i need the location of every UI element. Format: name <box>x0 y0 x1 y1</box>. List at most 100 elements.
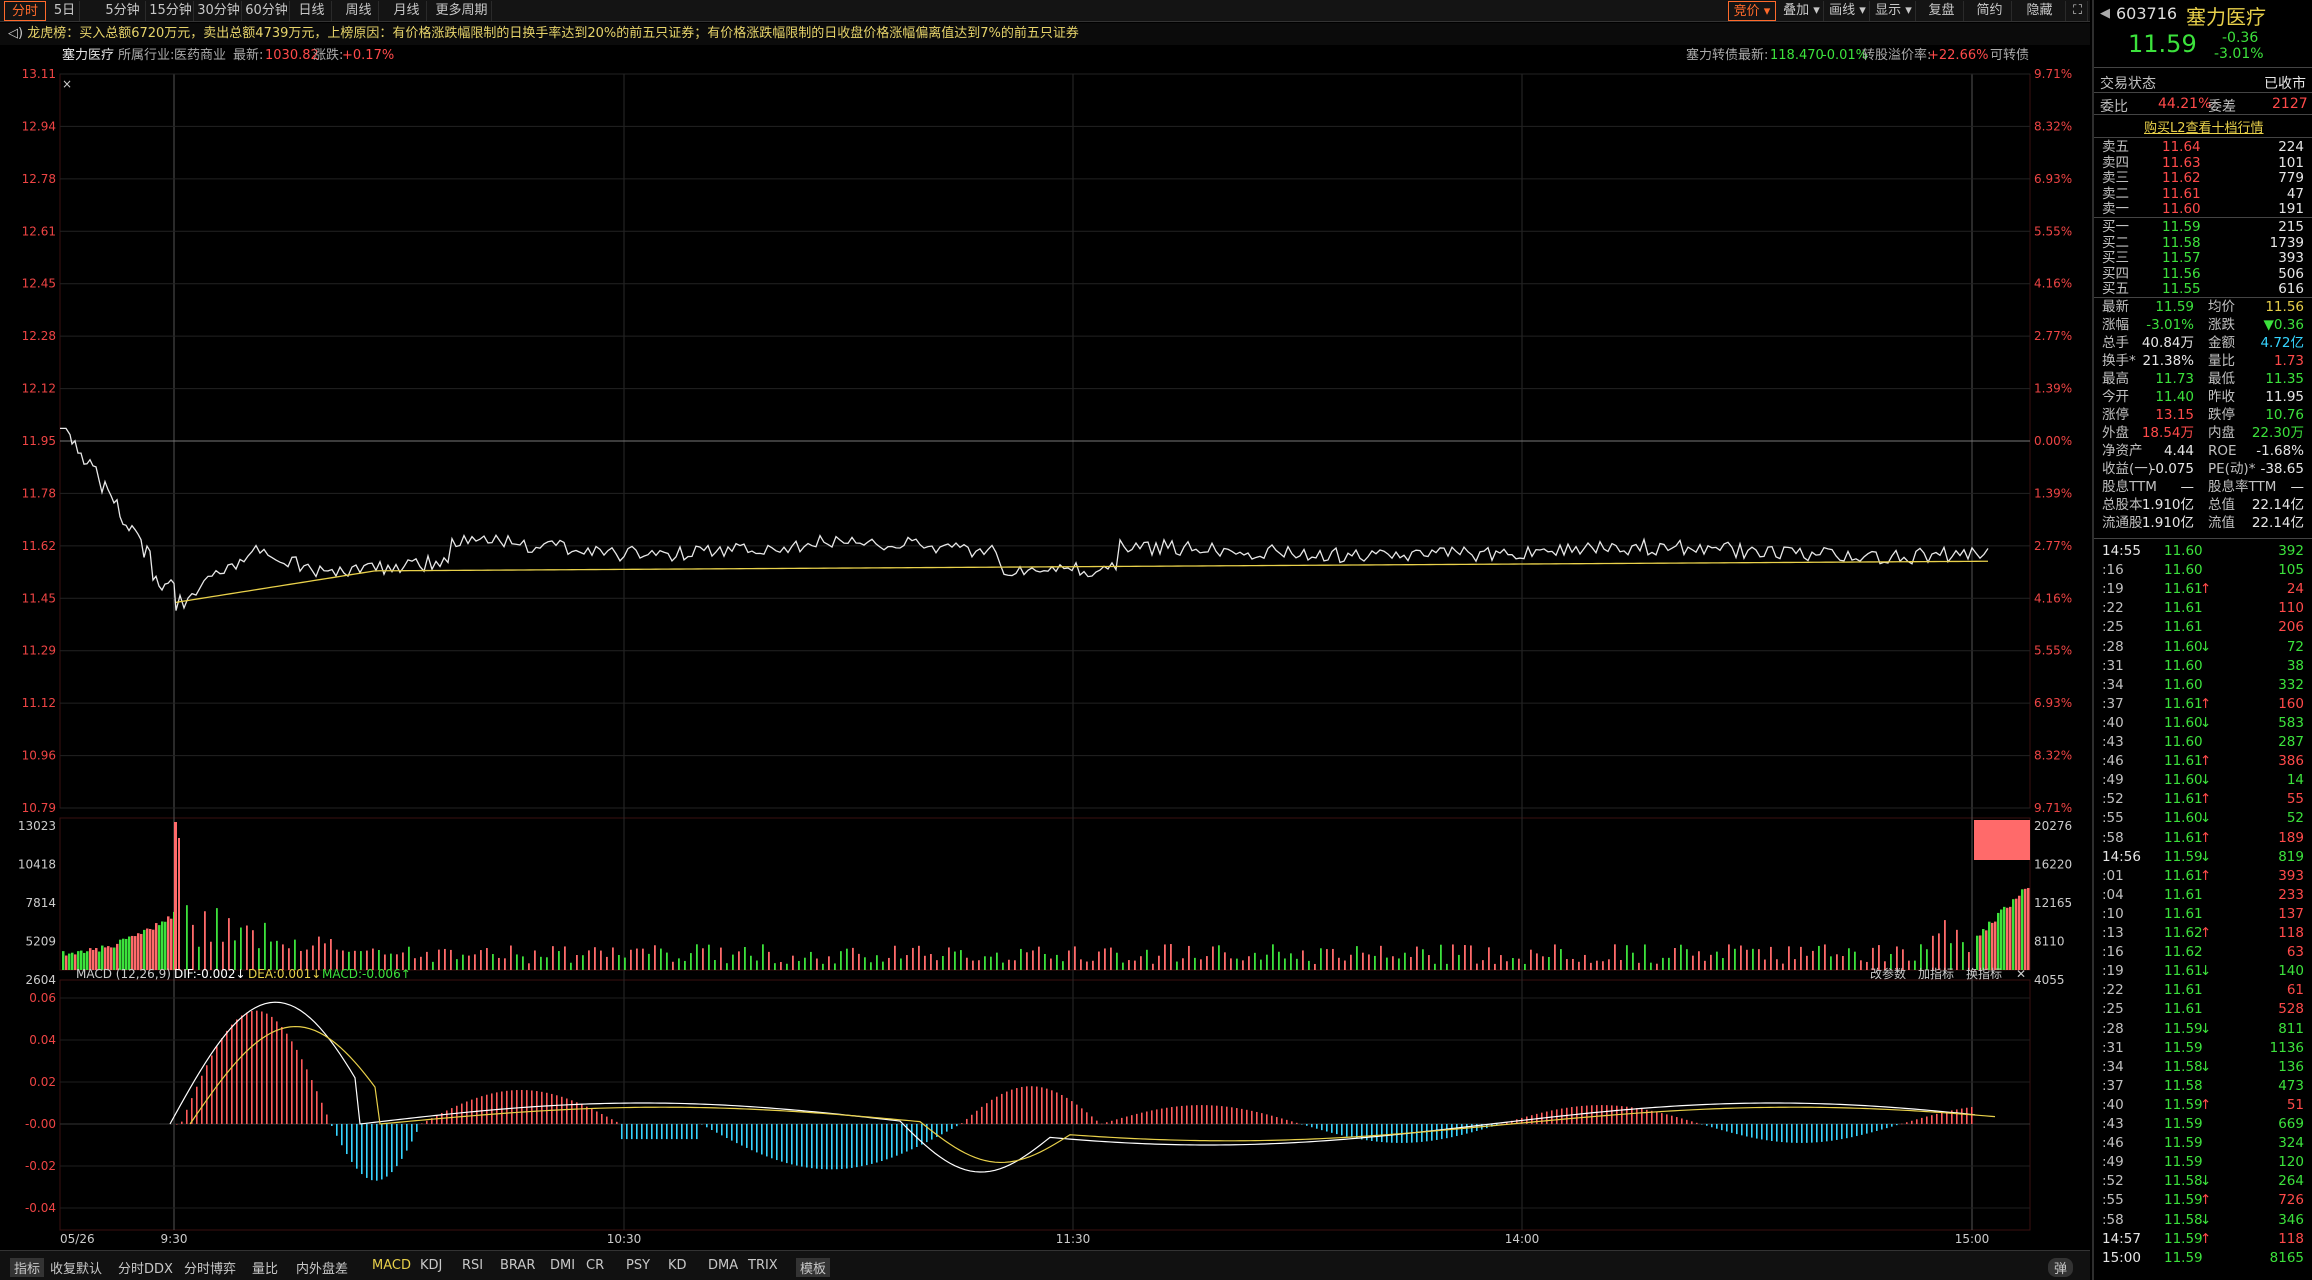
period-tab-7[interactable]: 周线 <box>339 1 379 21</box>
macd-tick: 0.04 <box>29 1033 56 1047</box>
volume-bar <box>1512 958 1514 970</box>
volume-bar <box>1332 948 1334 970</box>
toolbar-right-1[interactable]: 叠加 ▾ <box>1780 1 1824 21</box>
macd-hist-bar <box>1671 1115 1673 1124</box>
macd-hist-bar <box>391 1124 393 1173</box>
volume-bar <box>1500 955 1502 970</box>
period-tab-4[interactable]: 30分钟 <box>196 1 242 21</box>
indicator-tab-13[interactable]: KD <box>668 1258 687 1273</box>
macd-hist-bar <box>296 1049 298 1124</box>
indicator-tab-14[interactable]: DMA <box>708 1258 738 1273</box>
volume-bar <box>1614 944 1616 970</box>
volume-tick-right: 8110 <box>2034 935 2065 949</box>
period-tab-9[interactable]: 更多周期 ▾ <box>432 1 492 38</box>
macd-hist-bar <box>481 1096 483 1124</box>
toolbar-right-2[interactable]: 画线 ▾ <box>1826 1 1870 21</box>
l2-link[interactable]: 购买L2查看十档行情 <box>2144 117 2264 136</box>
volume-bar <box>1716 951 1718 970</box>
period-tab-6[interactable]: 日线 <box>292 1 332 21</box>
period-tab-8[interactable]: 月线 <box>387 1 427 21</box>
volume-bar <box>1122 962 1124 970</box>
volume-bar <box>546 957 548 970</box>
volume-bar <box>1056 954 1058 970</box>
period-tab-3[interactable]: 15分钟 <box>148 1 194 21</box>
macd-hist-bar <box>1866 1124 1868 1134</box>
macd-hist-bar <box>1306 1124 1308 1126</box>
indicator-tab-7[interactable]: KDJ <box>420 1258 442 1273</box>
macd-hist-bar <box>226 1030 228 1124</box>
macd-hist-bar <box>1156 1109 1158 1124</box>
indicator-tab-8[interactable]: RSI <box>462 1258 483 1273</box>
toolbar-right-4[interactable]: 复盘 <box>1920 1 1964 21</box>
volume-bar <box>264 922 266 970</box>
indicator-tab-4[interactable]: 量比 <box>252 1258 278 1277</box>
pct-tick: 5.55% <box>2034 644 2072 658</box>
prev-arrow-icon[interactable]: ◀ <box>2100 6 2110 21</box>
volume-bar <box>119 939 122 970</box>
macd-hist-bar <box>461 1103 463 1124</box>
macd-button-1[interactable]: 加指标 <box>1918 966 1954 981</box>
indicator-tab-1[interactable]: 收复默认 <box>50 1258 102 1277</box>
toolbar-right-3[interactable]: 显示 ▾ <box>1872 1 1916 21</box>
volume-bar <box>276 940 278 970</box>
macd-hist-bar <box>576 1102 578 1124</box>
tick-row-32: :49 11.59 120 <box>2102 1154 2304 1171</box>
volume-bar <box>1988 921 1991 970</box>
macd-close-icon[interactable]: ✕ <box>2016 967 2026 981</box>
bond-link[interactable]: 可转债 <box>1990 45 2029 67</box>
indicator-tab-12[interactable]: PSY <box>626 1258 650 1273</box>
macd-hist-bar <box>951 1124 953 1129</box>
macd-hist-bar <box>536 1091 538 1124</box>
macd-hist-bar <box>571 1100 573 1124</box>
macd-button-2[interactable]: 换指标 <box>1966 966 2002 981</box>
fullscreen-icon[interactable]: ⛶ <box>2068 1 2088 21</box>
macd-hist-bar <box>701 1124 703 1125</box>
macd-button-0[interactable]: 改参数 <box>1870 966 1906 981</box>
volume-bar <box>246 925 248 970</box>
indicator-tab-6[interactable]: MACD <box>372 1258 411 1273</box>
period-tab-5[interactable]: 60分钟 <box>244 1 290 21</box>
period-tab-2[interactable]: 5分钟 <box>100 1 146 21</box>
macd-hist-bar <box>1971 1107 1973 1124</box>
toolbar-right-6[interactable]: 隐藏 <box>2014 1 2066 21</box>
volume-bar <box>1764 959 1766 970</box>
indicator-tab-16[interactable]: 模板 <box>796 1258 831 1277</box>
macd-hist-bar <box>1581 1105 1583 1124</box>
volume-bar <box>122 938 125 970</box>
volume-bar <box>1110 947 1112 970</box>
macd-hist-bar <box>406 1124 408 1151</box>
popup-toggle[interactable]: 弹 <box>2048 1258 2074 1277</box>
macd-hist-bar <box>1286 1119 1288 1124</box>
macd-hist-bar <box>511 1090 513 1124</box>
indicator-tab-9[interactable]: BRAR <box>500 1258 535 1273</box>
indicator-tab-10[interactable]: DMI <box>550 1258 575 1273</box>
toolbar-right-5[interactable]: 简约 <box>1968 1 2012 21</box>
avg-price-line <box>175 560 1989 603</box>
news-ticker[interactable]: ◁) 龙虎榜：买入总额6720万元，卖出总额4739万元，上榜原因：有价格涨跌幅… <box>0 23 2090 45</box>
indicator-tab-0[interactable]: 指标 <box>10 1258 45 1277</box>
tick-row-35: :58 11.58 ↓ 346 <box>2102 1211 2304 1228</box>
macd-hist-bar <box>1251 1110 1253 1124</box>
volume-bar <box>978 960 980 970</box>
indicator-tab-5[interactable]: 内外盘差 <box>296 1258 348 1277</box>
volume-bar <box>774 963 776 970</box>
intraday-chart[interactable]: 13.11 9.71% 12.94 8.32% 12.78 6.93% 12.61 5.55%… <box>0 68 2090 1248</box>
period-tab-0[interactable]: 分时 <box>4 1 46 21</box>
price-change: -0.36 <box>2222 30 2259 46</box>
volume-bar <box>1836 954 1838 970</box>
macd-hist-bar <box>381 1124 383 1180</box>
indicator-tab-15[interactable]: TRIX <box>748 1258 778 1273</box>
indicator-tab-3[interactable]: 分时博弈 <box>184 1258 236 1277</box>
volume-bar <box>1470 945 1472 970</box>
volume-bar <box>1482 960 1484 970</box>
indicator-tab-11[interactable]: CR <box>586 1258 604 1273</box>
macd-hist-bar <box>1841 1124 1843 1140</box>
volume-bar <box>1182 958 1184 970</box>
toolbar-right-0[interactable]: 竞价 ▾ <box>1728 1 1776 21</box>
period-tab-1[interactable]: 5日 ▾ <box>50 1 80 38</box>
indicator-tab-2[interactable]: 分时DDX <box>118 1258 173 1277</box>
tick-row-18: :04 11.61 233 <box>2102 886 2304 903</box>
industry-value[interactable]: 医药商业 <box>174 45 226 67</box>
tick-row-29: :40 11.59 ↑ 51 <box>2102 1096 2304 1113</box>
macd-hist-bar <box>1736 1124 1738 1135</box>
